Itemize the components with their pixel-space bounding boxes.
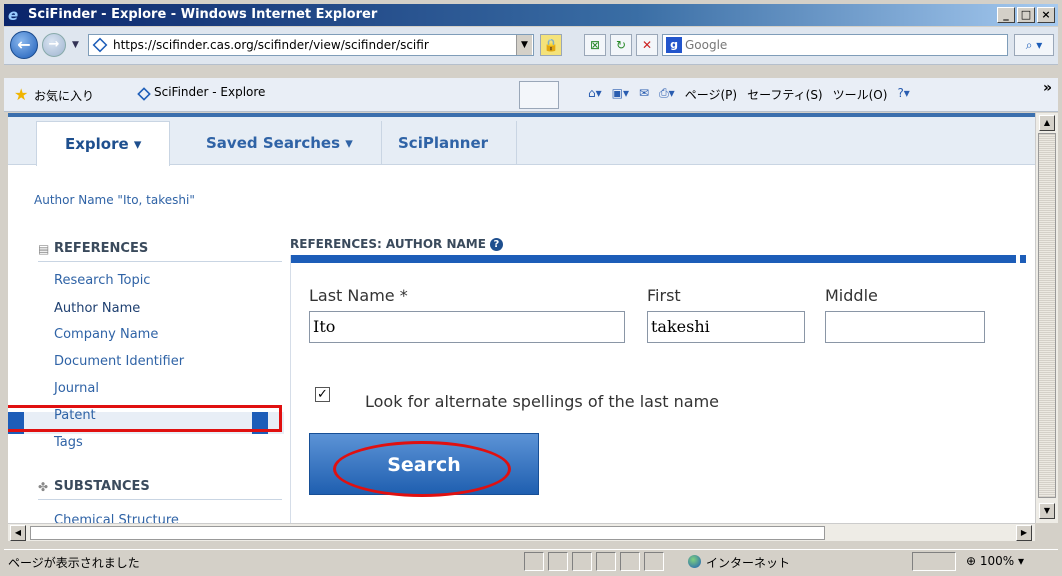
middle-name-input[interactable]: [825, 311, 985, 343]
search-placeholder: Google: [685, 38, 728, 52]
tab-explore[interactable]: Explore ▾: [36, 121, 171, 166]
home-icon[interactable]: ⌂▾: [588, 86, 602, 103]
status-text: ページが表示されました: [8, 556, 140, 570]
horizontal-scroll-thumb[interactable]: [30, 526, 825, 540]
site-icon: [92, 37, 108, 53]
security-zone[interactable]: インターネット: [688, 554, 790, 571]
panel-title-label: REFERENCES: AUTHOR NAME: [290, 237, 486, 251]
scroll-up-icon[interactable]: ▲: [1039, 115, 1055, 131]
status-cell: [644, 552, 664, 571]
alternate-spellings-checkbox[interactable]: ✓: [315, 387, 330, 402]
panel-header-bar: [291, 255, 1026, 263]
site-icon: [137, 87, 151, 101]
references-heading: ▤ REFERENCES: [38, 241, 282, 262]
search-go-button[interactable]: ⌕ ▾: [1014, 34, 1054, 56]
help-menu-icon[interactable]: ?▾: [897, 86, 909, 103]
scroll-down-icon[interactable]: ▼: [1039, 503, 1055, 519]
zoom-level: 100%: [979, 554, 1015, 568]
zoom-control[interactable]: ⊕ 100% ▾: [966, 554, 1024, 568]
status-cell: [548, 552, 568, 571]
search-input[interactable]: g Google: [662, 34, 1008, 56]
close-button[interactable]: ×: [1037, 7, 1055, 23]
ie-logo-icon: e: [8, 6, 19, 24]
window-title: SciFinder - Explore - Windows Internet E…: [28, 7, 378, 22]
help-icon[interactable]: ?: [489, 238, 503, 251]
globe-icon: [688, 555, 701, 568]
tab-saved-searches[interactable]: Saved Searches ▾: [178, 121, 382, 165]
url-input[interactable]: https://scifinder.cas.org/scifinder/view…: [88, 34, 534, 56]
google-icon: g: [666, 37, 682, 53]
nav-company-name[interactable]: Company Name: [54, 327, 158, 342]
security-zone-label: インターネット: [706, 556, 791, 570]
minimize-button[interactable]: _: [997, 7, 1015, 23]
compatibility-view-icon[interactable]: ⊠: [584, 34, 606, 56]
horizontal-scrollbar[interactable]: ◀ ▶: [8, 523, 1035, 541]
middle-name-label: Middle: [825, 286, 878, 305]
substances-heading: ✤ SUBSTANCES: [38, 479, 282, 500]
scroll-right-icon[interactable]: ▶: [1016, 525, 1032, 541]
url-text: https://scifinder.cas.org/scifinder/view…: [113, 38, 429, 52]
refresh-button[interactable]: ↻: [610, 34, 632, 56]
favorites-button[interactable]: お気に入り: [34, 87, 94, 104]
nav-document-identifier[interactable]: Document Identifier: [54, 354, 184, 369]
status-cell: [572, 552, 592, 571]
favorites-star-icon[interactable]: ★: [14, 85, 28, 104]
page-menu[interactable]: ページ(P): [685, 86, 737, 103]
author-name-highlight-frame: [8, 405, 282, 432]
first-name-label: First: [647, 286, 681, 305]
command-bar: ⌂▾ ▣▾ ✉ ⎙▾ ページ(P) セーフティ(S) ツール(O) ?▾: [588, 86, 910, 103]
browser-tab[interactable]: SciFinder - Explore: [132, 85, 266, 101]
vertical-scroll-thumb[interactable]: [1038, 133, 1056, 498]
app-tab-bar: Explore ▾ Saved Searches ▾ SciPlanner: [8, 113, 1035, 166]
nav-tags[interactable]: Tags: [54, 435, 83, 450]
favorites-toolbar: ★ お気に入り SciFinder - Explore ⌂▾ ▣▾ ✉ ⎙▾ ペ…: [4, 78, 1058, 112]
last-name-label: Last Name *: [309, 286, 408, 305]
browser-tab-title: SciFinder - Explore: [154, 85, 266, 99]
tab-sciplanner[interactable]: SciPlanner: [370, 121, 518, 165]
safety-menu[interactable]: セーフティ(S): [747, 86, 823, 103]
status-cell: [596, 552, 616, 571]
status-bar: ページが表示されました インターネット ⊕ 100% ▾: [4, 549, 1058, 572]
search-button-highlight: [333, 441, 511, 497]
author-search-form: Last Name * First Middle Ito takeshi ✓ L…: [290, 255, 1026, 523]
new-tab-button[interactable]: [519, 81, 559, 109]
protected-mode-cell[interactable]: [912, 552, 956, 571]
window-title-bar: e SciFinder - Explore - Windows Internet…: [4, 4, 1058, 26]
document-icon: ▤: [38, 242, 50, 256]
tools-menu[interactable]: ツール(O): [833, 86, 888, 103]
nav-journal[interactable]: Journal: [54, 381, 99, 396]
nav-research-topic[interactable]: Research Topic: [54, 273, 150, 288]
lock-icon[interactable]: 🔒: [540, 34, 562, 56]
scroll-corner: [1035, 523, 1058, 541]
nav-chemical-structure[interactable]: Chemical Structure: [54, 513, 179, 523]
web-content: Explore ▾ Saved Searches ▾ SciPlanner Au…: [8, 113, 1035, 523]
stop-button[interactable]: ✕: [636, 34, 658, 56]
status-cell: [524, 552, 544, 571]
scroll-left-icon[interactable]: ◀: [10, 525, 26, 541]
panel-title: REFERENCES: AUTHOR NAME?: [290, 237, 503, 251]
references-heading-label: REFERENCES: [54, 241, 149, 256]
breadcrumb[interactable]: Author Name "Ito, takeshi": [34, 193, 195, 207]
print-icon[interactable]: ⎙▾: [659, 86, 675, 103]
substances-heading-label: SUBSTANCES: [54, 479, 150, 494]
vertical-scrollbar[interactable]: ▲ ▼: [1035, 113, 1058, 523]
status-cell: [620, 552, 640, 571]
back-button[interactable]: ←: [10, 31, 38, 59]
last-name-input[interactable]: Ito: [309, 311, 625, 343]
forward-button[interactable]: →: [42, 33, 66, 57]
toolbar-overflow-icon[interactable]: »: [1043, 80, 1052, 96]
url-dropdown-icon[interactable]: ▼: [516, 35, 532, 55]
history-dropdown-icon[interactable]: ▼: [72, 40, 79, 50]
alternate-spellings-label: Look for alternate spellings of the last…: [365, 392, 720, 411]
molecule-icon: ✤: [38, 480, 49, 494]
mail-icon[interactable]: ✉: [639, 86, 649, 103]
nav-author-name[interactable]: Author Name: [54, 301, 140, 316]
maximize-button[interactable]: □: [1017, 7, 1035, 23]
first-name-input[interactable]: takeshi: [647, 311, 805, 343]
address-toolbar: ← → ▼ https://scifinder.cas.org/scifinde…: [4, 27, 1058, 65]
feeds-icon[interactable]: ▣▾: [612, 86, 629, 103]
